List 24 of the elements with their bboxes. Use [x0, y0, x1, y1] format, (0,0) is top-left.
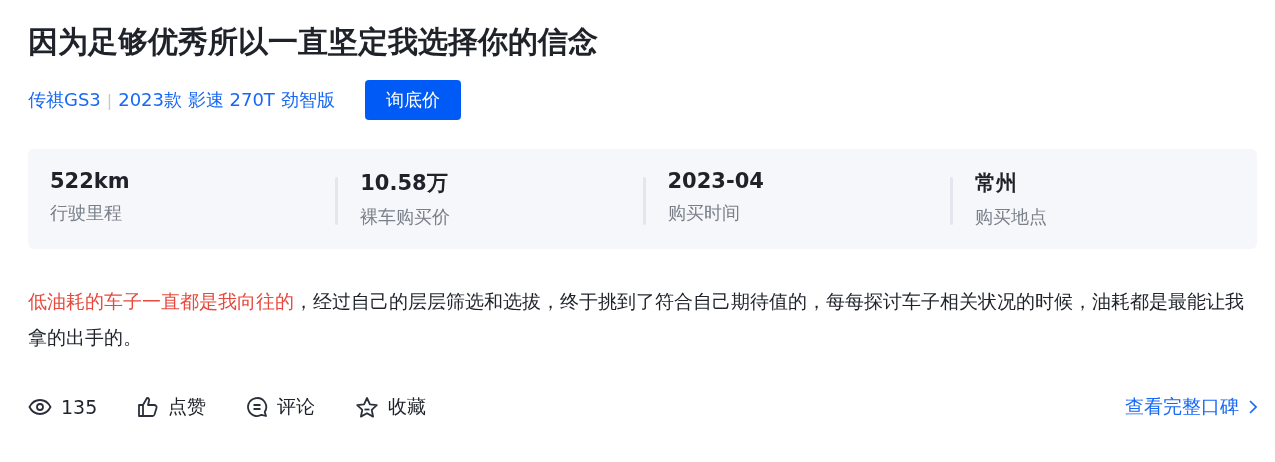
- action-button[interactable]: 点赞: [168, 394, 207, 420]
- stat-label: 购买时间: [667, 201, 740, 225]
- action-button[interactable]: 评论: [277, 394, 316, 420]
- ask-price-button[interactable]: 询底价: [364, 80, 461, 120]
- stat-value: 10.58万: [360, 170, 448, 197]
- car-model-link[interactable]: 传祺GS3: [28, 88, 101, 112]
- stat-value: 522km: [50, 169, 130, 193]
- star-icon: [355, 395, 380, 419]
- review-title: 因为足够优秀所以一直坚定我选择你的信念: [28, 23, 599, 61]
- review-text: 低油耗的车子一直都是我向往的，经过自己的层层筛选和选拔，终于挑到了符合自己期待值的，每每探讨车子相关状况的时候，油耗都是最能让我拿的出手的。: [28, 289, 1245, 350]
- stat-label: 裸车购买价: [360, 205, 451, 229]
- separator: |: [106, 90, 113, 110]
- full-review-link[interactable]: 查看完整口碑: [1125, 394, 1257, 420]
- speech-bubble-icon: [246, 396, 269, 418]
- stat-value: 2023-04: [667, 169, 764, 193]
- view-count: 135: [61, 396, 98, 418]
- eye-icon: [28, 397, 52, 417]
- stat-value: 常州: [974, 170, 1017, 197]
- stat-label: 购买地点: [974, 205, 1047, 229]
- stat-label: 行驶里程: [50, 201, 122, 225]
- thumbs-up-icon: [137, 396, 160, 418]
- chevron-right-icon: [1249, 400, 1257, 414]
- car-trim-link[interactable]: 2023款 影速 270T 劲智版: [118, 88, 335, 112]
- action-button[interactable]: 收藏: [388, 394, 427, 420]
